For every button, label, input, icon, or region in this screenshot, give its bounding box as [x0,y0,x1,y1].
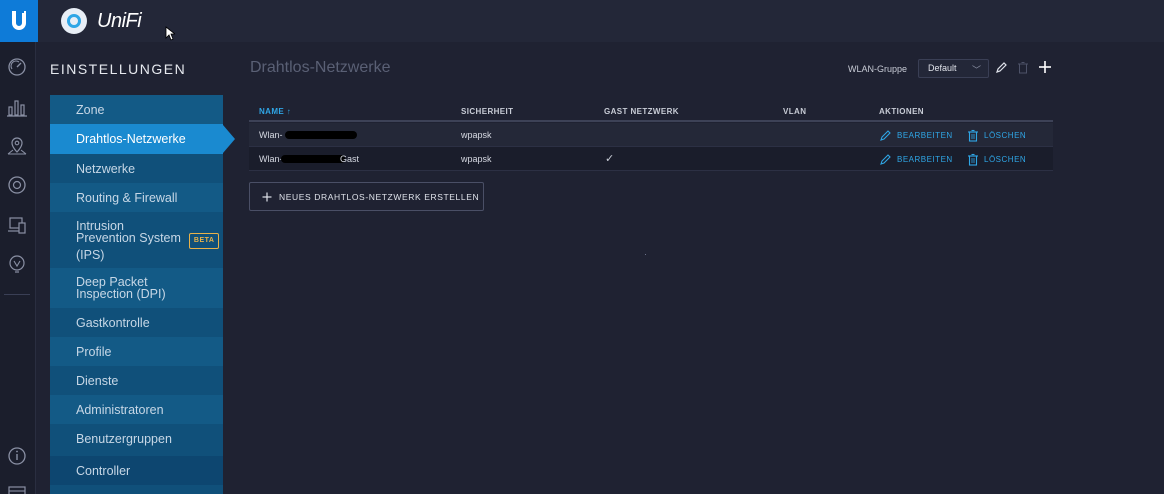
delete-button[interactable]: LÖSCHEN [967,129,1026,142]
menu-item-dpi[interactable]: Deep Packet Inspection (DPI) [50,268,223,308]
unifi-logo-icon [61,8,87,34]
settings-heading: EINSTELLUNGEN [50,61,187,77]
menu-item-label: Routing & Firewall [76,190,178,205]
guest-network-check: ✓ [605,153,615,165]
create-button-label: NEUES DRAHTLOS-NETZWERK ERSTELLEN [279,191,480,202]
table-row[interactable]: Wlan- wpapsk BEARBEITEN LÖSCHEN [249,123,1053,147]
redaction-mark [281,155,345,163]
menu-item-zone[interactable]: Zone [50,95,223,124]
menu-item-label: Netzwerke [76,161,136,176]
edit-label: BEARBEITEN [897,154,953,164]
menu-item-label: Controller [76,463,131,478]
menu-item-wireless-networks[interactable]: Drahtlos-Netzwerke [50,124,223,154]
menu-item-label: Dienste [76,373,119,388]
wlan-group-value: Default [928,63,957,73]
map-icon[interactable] [6,135,28,157]
menu-item-label-line: (IPS) [76,247,105,262]
menu-item-administrators[interactable]: Administratoren [50,395,223,424]
delete-button[interactable]: LÖSCHEN [967,153,1026,166]
edit-button[interactable]: BEARBEITEN [880,129,953,141]
delete-label: LÖSCHEN [984,131,1027,140]
page-title: Drahtlos-Netzwerke [250,59,391,76]
statistics-icon[interactable] [6,96,28,118]
wlan-group-label: WLAN-Gruppe [848,64,908,74]
pencil-icon [880,154,891,165]
edit-label: BEARBEITEN [897,130,953,140]
delete-group-icon[interactable] [1017,61,1029,74]
menu-item-label: Drahtlos-Netzwerke [76,132,186,146]
brand-name: UniFi [97,9,142,32]
clients-icon[interactable] [6,214,28,236]
calendar-icon[interactable] [6,482,28,494]
rail-divider [4,294,30,295]
menu-item-services[interactable]: Dienste [50,366,223,395]
network-security: wpapsk [461,154,492,164]
menu-item-routing-firewall[interactable]: Routing & Firewall [50,183,223,212]
delete-label: LÖSCHEN [984,155,1027,164]
menu-item-label-line: Prevention System [76,230,181,245]
dashboard-icon[interactable] [6,56,28,78]
mouse-cursor-icon [165,26,175,41]
network-name-suffix: Gast [340,154,360,164]
menu-item-label: Benutzergruppen [76,432,172,446]
column-header-actions: AKTIONEN [879,107,924,116]
trash-icon [968,153,978,166]
table-header: NAME ↑ SICHERHEIT GAST NETZWERK VLAN AKT… [249,102,1053,122]
network-name: Wlan- [259,154,283,164]
info-icon[interactable] [6,445,28,467]
icon-rail [0,42,36,494]
menu-item-label-line: Inspection (DPI) [76,287,166,301]
active-indicator [223,125,235,153]
menu-item-ips[interactable]: Intrusion Prevention System BETA (IPS) [50,212,223,268]
redaction-mark [285,131,357,139]
plus-icon [262,192,272,201]
top-bar: UniFi [0,0,1164,42]
trash-icon [968,129,978,142]
edit-group-icon[interactable] [995,61,1008,74]
menu-item-label: Administratoren [76,402,164,417]
settings-menu: Zone Drahtlos-Netzwerke Netzwerke Routin… [50,95,223,494]
edit-button[interactable]: BEARBEITEN [880,153,953,165]
wlan-group-select[interactable]: Default ﹀ [918,59,989,78]
menu-item-networks[interactable]: Netzwerke [50,154,223,183]
column-header-guest-network[interactable]: GAST NETZWERK [604,107,679,116]
network-name: Wlan- [259,130,283,140]
devices-icon[interactable] [6,174,28,196]
chevron-down-icon: ﹀ [971,65,981,75]
menu-item-label: Gastkontrolle [76,315,150,330]
pencil-icon [880,130,891,141]
menu-item-label: Profile [76,344,112,359]
column-header-name[interactable]: NAME ↑ [259,107,291,116]
menu-item-guest-control[interactable]: Gastkontrolle [50,308,223,337]
menu-item-controller[interactable]: Controller [50,456,223,485]
menu-item-user-groups[interactable]: Benutzergruppen [50,424,223,454]
unifi-logo: UniFi [61,8,142,34]
insights-icon[interactable] [6,253,28,275]
column-header-vlan[interactable]: VLAN [783,107,806,116]
add-group-icon[interactable] [1038,60,1052,74]
ubiquiti-logo[interactable] [0,0,38,42]
menu-item-label: Zone [76,102,105,117]
create-wireless-network-button[interactable]: NEUES DRAHTLOS-NETZWERK ERSTELLEN [249,182,484,211]
stray-pixel [645,254,646,255]
menu-item-profiles[interactable]: Profile [50,337,223,366]
beta-badge: BETA [188,232,220,249]
table-row[interactable]: Wlan- Gast wpapsk ✓ BEARBEITEN LÖSCHEN [249,147,1053,171]
network-security: wpapsk [461,130,492,140]
column-header-security[interactable]: SICHERHEIT [461,107,513,116]
